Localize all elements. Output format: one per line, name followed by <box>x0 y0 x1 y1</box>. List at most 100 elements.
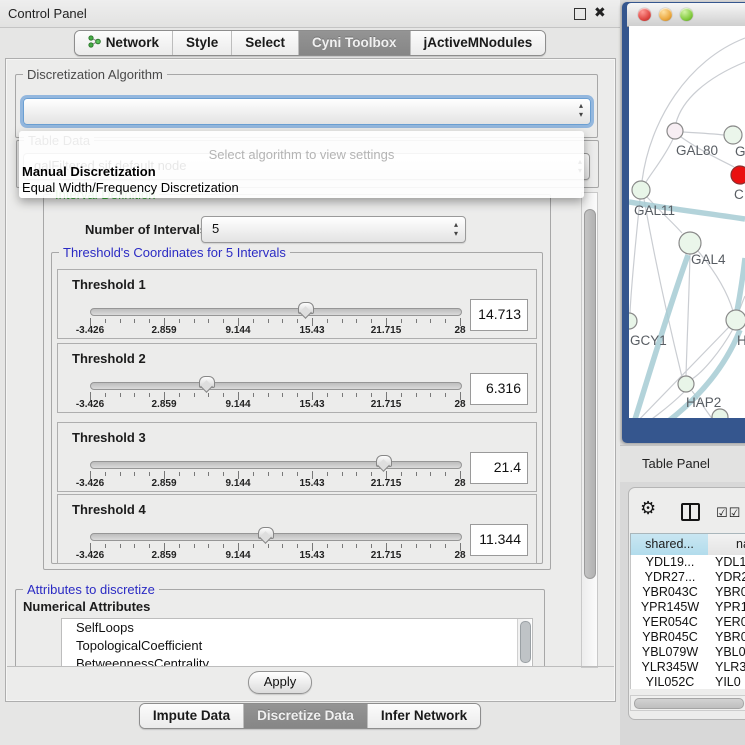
tick <box>356 319 357 323</box>
dropdown-option-manual[interactable]: Manual Discretization <box>22 164 156 179</box>
tick <box>208 472 209 476</box>
tab-infer-network[interactable]: Infer Network <box>367 704 480 728</box>
gear-icon[interactable]: ⚙ <box>640 498 656 519</box>
threshold-slider-track[interactable] <box>90 461 462 469</box>
attribute-item-selfloops[interactable]: SelfLoops <box>62 619 532 637</box>
cell-shared-name: YER054C <box>631 615 709 629</box>
tick <box>120 393 121 397</box>
threshold-value-field[interactable]: 21.4 <box>470 452 528 484</box>
tab-style[interactable]: Style <box>172 31 231 55</box>
threshold-box-4: Threshold 4-3.4262.8599.14415.4321.71528… <box>57 494 537 564</box>
tab-impute-data[interactable]: Impute Data <box>140 704 243 728</box>
tick-label: 21.715 <box>371 325 402 336</box>
close-icon[interactable]: ✖ <box>594 4 606 21</box>
tick <box>401 472 402 476</box>
attributes-list-scrollbar[interactable] <box>517 619 531 666</box>
threshold-slider-handle[interactable] <box>199 376 215 388</box>
panel-title: Control Panel <box>8 6 87 21</box>
network-node-gal4 <box>679 232 701 254</box>
tab-label: jActiveMNodules <box>424 35 533 50</box>
table-row[interactable]: YLR345WYLR3 <box>631 660 745 675</box>
dropdown-option-equal-width[interactable]: Equal Width/Frequency Discretization <box>22 180 239 195</box>
number-of-intervals-combobox[interactable]: 5 ▴▾ <box>201 216 466 243</box>
apply-separator <box>7 666 614 667</box>
scrollbar-thumb[interactable] <box>520 621 531 663</box>
apply-button[interactable]: Apply <box>248 671 312 694</box>
threshold-value-field[interactable]: 11.344 <box>470 524 528 556</box>
threshold-value-field[interactable]: 6.316 <box>470 373 528 405</box>
threshold-label: Threshold 2 <box>72 351 146 366</box>
tab-select[interactable]: Select <box>231 31 298 55</box>
tick <box>445 544 446 548</box>
table-row[interactable]: YER054CYER0 <box>631 615 745 630</box>
mac-zoom-button[interactable] <box>680 8 693 21</box>
tick <box>134 393 135 397</box>
tick <box>120 472 121 476</box>
tick <box>149 544 150 548</box>
tab-cyni-toolbox[interactable]: Cyni Toolbox <box>298 31 410 55</box>
table-rows: YDL19...YDL1YDR27...YDR2YBR043CYBR0YPR14… <box>630 555 745 689</box>
table-row[interactable]: YPR145WYPR1 <box>631 600 745 615</box>
float-window-icon[interactable] <box>574 8 586 20</box>
threshold-value: 11.344 <box>479 531 521 547</box>
tab-jactivemnodules[interactable]: jActiveMNodules <box>410 31 546 55</box>
tab-discretize-data[interactable]: Discretize Data <box>243 704 367 728</box>
network-canvas[interactable]: GAL80GALCGAL11GAL4GCY1HAHAP2 <box>629 26 745 418</box>
threshold-slider-handle[interactable] <box>258 527 274 539</box>
threshold-slider-track[interactable] <box>90 382 462 390</box>
cell-name: YBR0 <box>715 630 745 644</box>
tick <box>223 393 224 397</box>
column-header-name[interactable]: na <box>708 533 745 556</box>
attributes-group-label: Attributes to discretize <box>23 582 159 597</box>
network-node-label: HAP2 <box>686 395 721 410</box>
tick-label: -3.426 <box>76 478 104 489</box>
table-row[interactable]: YBR043CYBR0 <box>631 585 745 600</box>
tick-label: 9.144 <box>225 550 250 561</box>
tick <box>179 393 180 397</box>
numerical-attributes-list[interactable]: SelfLoopsTopologicalCoefficientBetweenne… <box>61 618 533 666</box>
threshold-box-1: Threshold 1-3.4262.8599.14415.4321.71528… <box>57 269 537 339</box>
split-columns-icon[interactable] <box>681 503 700 521</box>
settings-vertical-scrollbar[interactable] <box>581 192 598 668</box>
table-horizontal-scrollbar[interactable] <box>630 695 745 711</box>
table-row[interactable]: YDL19...YDL1 <box>631 555 745 570</box>
network-window-titlebar[interactable] <box>627 3 745 27</box>
table-panel-title: Table Panel <box>642 456 710 471</box>
attribute-item-betweennesscentrality[interactable]: BetweennessCentrality <box>62 655 532 666</box>
scrollbar-thumb[interactable] <box>634 698 744 709</box>
threshold-slider-track[interactable] <box>90 308 462 316</box>
cell-shared-name: YIL052C <box>631 675 709 689</box>
algorithm-combobox[interactable]: ▴▾ <box>23 98 591 125</box>
attribute-item-topologicalcoefficient[interactable]: TopologicalCoefficient <box>62 637 532 655</box>
scrollbar-thumb[interactable] <box>584 209 596 579</box>
tab-label: Infer Network <box>381 708 467 723</box>
tick <box>327 544 328 548</box>
threshold-slider-handle[interactable] <box>298 302 314 314</box>
cell-name: YBL0 <box>715 645 745 659</box>
threshold-label: Threshold 3 <box>72 430 146 445</box>
column-header-shared-name[interactable]: shared... <box>630 533 709 556</box>
network-node-label: GAL80 <box>676 143 718 158</box>
network-view-window: GAL80GALCGAL11GAL4GCY1HAHAP2 <box>622 2 745 443</box>
tick <box>105 544 106 548</box>
cell-shared-name: YBR045C <box>631 630 709 644</box>
table-row[interactable]: YBL079W YBL0 <box>631 645 745 660</box>
mac-minimize-button[interactable] <box>659 8 672 21</box>
mac-close-button[interactable] <box>638 8 651 21</box>
network-node-gal11 <box>632 181 650 199</box>
threshold-slider-handle[interactable] <box>376 455 392 467</box>
checkbox-icons[interactable]: ☑☑ <box>716 505 741 521</box>
tab-network[interactable]: Network <box>75 31 172 55</box>
cell-shared-name: YBL079W <box>631 645 709 659</box>
table-row[interactable]: YBR045C YBR0 <box>631 630 745 645</box>
cell-name: YLR3 <box>715 660 745 674</box>
tick <box>223 472 224 476</box>
tick-label: -3.426 <box>76 325 104 336</box>
table-row[interactable]: YDR27...YDR2 <box>631 570 745 585</box>
threshold-value-field[interactable]: 14.713 <box>470 299 528 331</box>
tick <box>356 472 357 476</box>
threshold-value: 14.713 <box>478 306 521 322</box>
table-row[interactable]: YIL052CYIL0 <box>631 675 745 689</box>
network-edge <box>676 62 745 123</box>
threshold-slider-track[interactable] <box>90 533 462 541</box>
